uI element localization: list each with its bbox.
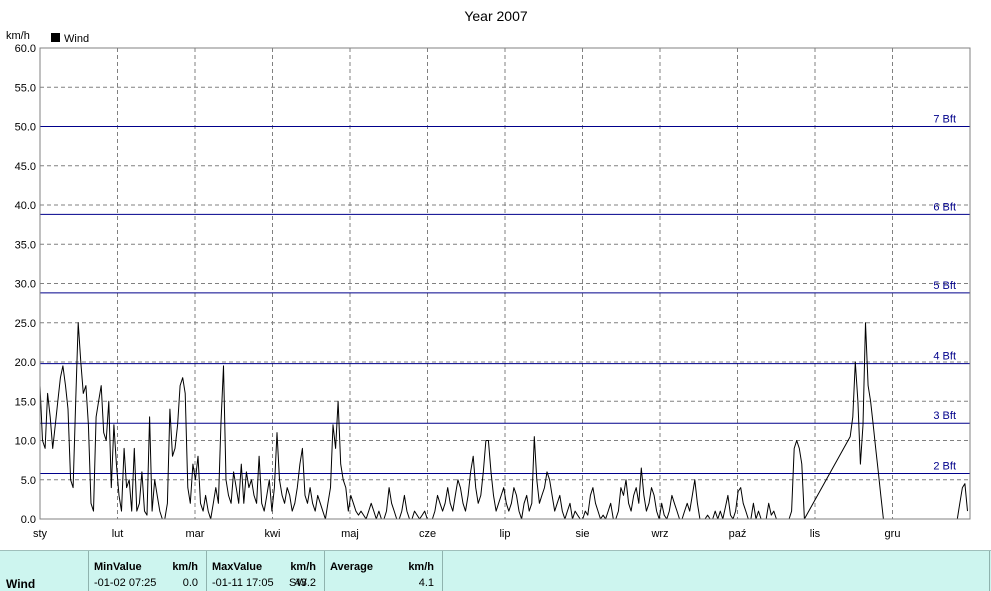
max-time: -01-11 17:05 <box>212 577 274 589</box>
legend-label: Wind <box>64 33 89 45</box>
series-line-wind <box>39 322 968 520</box>
stats-separator <box>989 551 990 591</box>
wind-chart: Year 2007 km/h Wind 2 Bft 3 Bft 4 Bft 5 Bft… <box>6 8 971 540</box>
stats-panel: Wind MinValue km/h -01-02 07:25 0.0 MaxV… <box>0 550 991 591</box>
max-unit: km/h <box>290 561 316 573</box>
grid-layer <box>40 48 970 519</box>
beaufort-label: 5 Bft <box>933 280 956 292</box>
x-tick-label: maj <box>341 528 359 540</box>
x-tick-label: kwi <box>265 528 281 540</box>
min-value: 0.0 <box>182 577 198 589</box>
beaufort-label: 6 Bft <box>933 201 956 213</box>
avg-value: 4.1 <box>418 577 434 589</box>
y-tick-label: 40.0 <box>15 200 36 212</box>
series-layer <box>39 322 968 520</box>
y-tick-label: 35.0 <box>15 239 36 251</box>
stats-row-label: Wind <box>6 577 36 591</box>
stats-min-cell: MinValue km/h -01-02 07:25 0.0 <box>88 551 206 591</box>
y-tick-label: 5.0 <box>21 475 36 487</box>
max-header: MaxValue <box>212 561 263 573</box>
x-tick-label: sty <box>33 528 48 540</box>
y-axis-unit-label: km/h <box>6 30 30 42</box>
beaufort-label: 7 Bft <box>933 114 956 126</box>
x-tick-label: lip <box>499 528 510 540</box>
y-tick-labels: 0.0 5.0 10.0 15.0 20.0 25.0 30.0 35.0 40.0 45.0 50… <box>15 43 36 526</box>
y-tick-label: 45.0 <box>15 161 36 173</box>
y-tick-label: 10.0 <box>15 436 36 448</box>
legend-swatch <box>51 33 60 42</box>
stats-max-cell: MaxValue km/h -01-11 17:05 SW 43.2 <box>206 551 324 591</box>
x-tick-label: sie <box>575 528 589 540</box>
y-tick-label: 15.0 <box>15 396 36 408</box>
stats-avg-cell: Average km/h 4.1 <box>324 551 442 591</box>
y-tick-label: 25.0 <box>15 318 36 330</box>
max-value: 43.2 <box>294 577 316 589</box>
beaufort-label: 3 Bft <box>933 410 956 422</box>
x-tick-label: paź <box>729 528 747 540</box>
x-tick-label: mar <box>186 528 205 540</box>
beaufort-label: 4 Bft <box>933 351 956 363</box>
y-tick-label: 0.0 <box>21 514 36 526</box>
x-tick-labels: sty lut mar kwi maj cze lip sie wrz paź lis gru <box>33 528 900 540</box>
beaufort-label: 2 Bft <box>933 460 956 472</box>
x-tick-label: lis <box>810 528 821 540</box>
y-tick-label: 60.0 <box>15 43 36 55</box>
x-tick-label: gru <box>885 528 901 540</box>
chart-title: Year 2007 <box>464 8 528 24</box>
y-tick-label: 50.0 <box>15 122 36 134</box>
y-tick-label: 20.0 <box>15 357 36 369</box>
x-tick-label: cze <box>419 528 436 540</box>
x-tick-label: lut <box>112 528 124 540</box>
min-unit: km/h <box>172 561 198 573</box>
x-tick-label: wrz <box>650 528 668 540</box>
y-tick-label: 55.0 <box>15 82 36 94</box>
stats-separator <box>442 551 443 591</box>
y-tick-label: 30.0 <box>15 279 36 291</box>
avg-header: Average <box>330 561 374 573</box>
min-time: -01-02 07:25 <box>94 577 157 589</box>
avg-unit: km/h <box>408 561 434 573</box>
min-header: MinValue <box>94 561 142 573</box>
